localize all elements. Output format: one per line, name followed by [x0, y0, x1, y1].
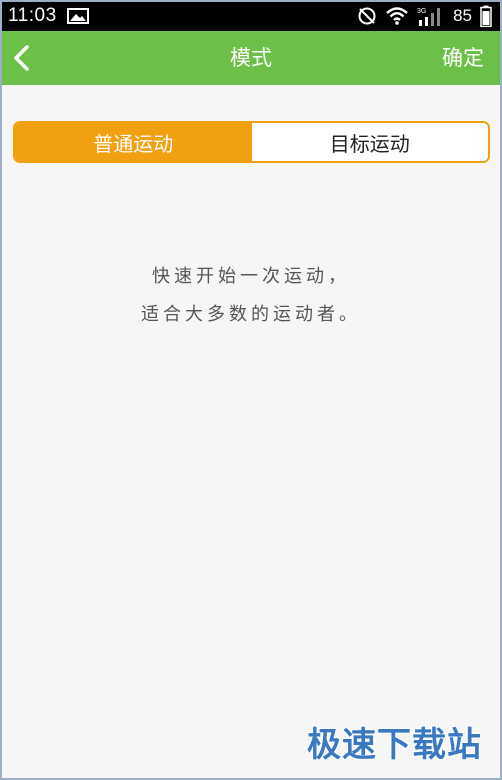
tab-target-exercise[interactable]: 目标运动 [251, 123, 488, 161]
tab-normal-exercise[interactable]: 普通运动 [15, 123, 252, 161]
status-icons: 3G 85 [357, 5, 492, 27]
network-type-label: 3G [417, 8, 426, 15]
wifi-icon [386, 6, 408, 25]
nav-bar: 模式 确定 [0, 31, 502, 85]
battery-icon [480, 5, 492, 27]
window-frame [0, 0, 502, 780]
mode-tabs: 普通运动 目标运动 [13, 121, 490, 163]
description-line-2: 适合大多数的运动者。 [141, 304, 361, 325]
watermark-text: 极速下载站 [307, 725, 482, 765]
status-time: 11:03 [8, 4, 57, 26]
status-bar: 11:03 3G 85 [0, 0, 502, 31]
mute-icon [358, 7, 376, 24]
mode-description: 快速开始一次运动， 适合大多数的运动者。 [0, 258, 502, 334]
signal-icon: 3G [417, 7, 441, 26]
page-title: 模式 [230, 46, 272, 70]
description-line-1: 快速开始一次运动， [152, 266, 350, 287]
image-icon [66, 7, 89, 24]
battery-level: 85 [453, 5, 472, 25]
confirm-button[interactable]: 确定 [442, 31, 484, 85]
